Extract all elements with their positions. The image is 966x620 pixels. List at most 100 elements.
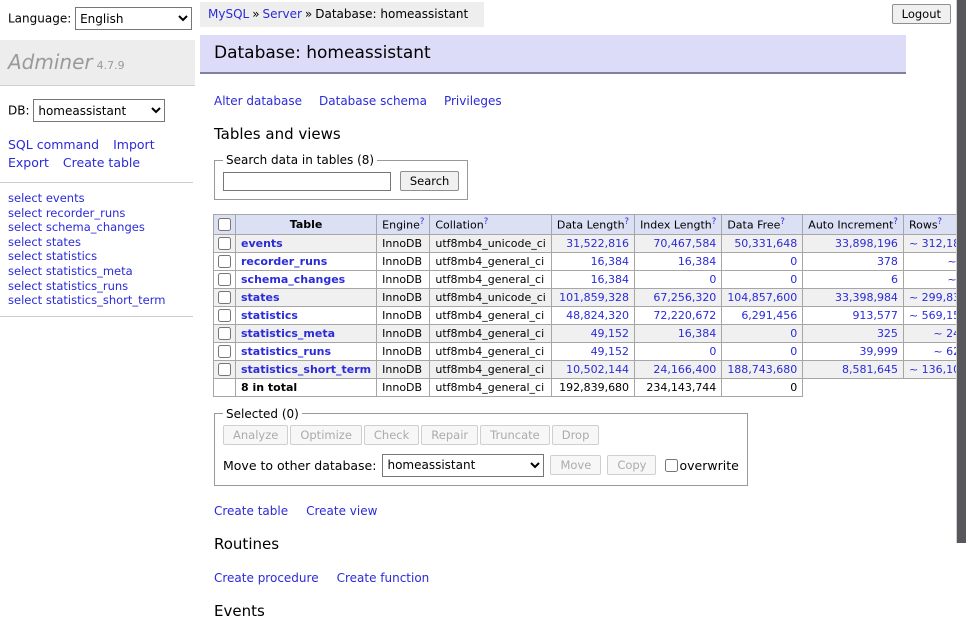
data-length-link[interactable]: 48,824,320 <box>566 309 629 322</box>
overwrite-checkbox[interactable] <box>665 459 678 472</box>
index-length-link[interactable]: 72,220,672 <box>653 309 716 322</box>
data-free-link[interactable]: 0 <box>790 345 797 358</box>
db-select[interactable]: homeassistant <box>33 99 165 122</box>
logout-button[interactable]: Logout <box>892 4 951 24</box>
index-length-link[interactable]: 67,256,320 <box>653 291 716 304</box>
table-name-link[interactable]: states <box>241 291 280 304</box>
copy-button[interactable]: Copy <box>607 455 656 475</box>
move-db-select[interactable]: homeassistant <box>382 454 544 477</box>
select-table-link[interactable]: select statistics <box>8 249 97 263</box>
data-free-link[interactable]: 0 <box>790 255 797 268</box>
data-free-link[interactable]: 188,743,680 <box>727 363 797 376</box>
data-free-link[interactable]: 50,331,648 <box>734 237 797 250</box>
row-checkbox[interactable] <box>218 363 231 376</box>
create-procedure-link[interactable]: Create procedure <box>214 571 319 585</box>
auto-increment-link[interactable]: 378 <box>877 255 898 268</box>
collation-cell: utf8mb4_unicode_ci <box>430 234 551 252</box>
db-selector-row: DB: homeassistant <box>8 99 195 122</box>
data-length-link[interactable]: 101,859,328 <box>559 291 629 304</box>
auto-increment-link[interactable]: 6 <box>891 273 898 286</box>
row-checkbox[interactable] <box>218 273 231 286</box>
row-checkbox[interactable] <box>218 309 231 322</box>
optimize-button[interactable]: Optimize <box>290 425 362 445</box>
engine-cell: InnoDB <box>377 252 430 270</box>
privileges-link[interactable]: Privileges <box>444 94 502 108</box>
help-link[interactable]: ? <box>625 217 630 227</box>
truncate-button[interactable]: Truncate <box>480 425 550 445</box>
index-length-link[interactable]: 70,467,584 <box>653 237 716 250</box>
help-link[interactable]: ? <box>484 217 489 227</box>
select-table-link[interactable]: select schema_changes <box>8 220 145 234</box>
data-free-link[interactable]: 104,857,600 <box>727 291 797 304</box>
engine-cell: InnoDB <box>377 306 430 324</box>
create-table-link[interactable]: Create table <box>214 504 288 518</box>
help-link[interactable]: ? <box>780 217 785 227</box>
auto-increment-link[interactable]: 8,581,645 <box>842 363 898 376</box>
column-header: Data Free? <box>722 215 803 235</box>
table-name-link[interactable]: statistics_short_term <box>241 363 371 376</box>
search-input[interactable] <box>223 172 391 191</box>
row-checkbox[interactable] <box>218 327 231 340</box>
data-free-link[interactable]: 0 <box>790 273 797 286</box>
create-view-link[interactable]: Create view <box>306 504 377 518</box>
index-length-link[interactable]: 16,384 <box>678 255 717 268</box>
alter-database-link[interactable]: Alter database <box>214 94 302 108</box>
auto-increment-link[interactable]: 325 <box>877 327 898 340</box>
select-table-link[interactable]: select statistics_runs <box>8 279 128 293</box>
help-link[interactable]: ? <box>893 217 898 227</box>
breadcrumb-mysql-link[interactable]: MySQL <box>208 7 249 21</box>
breadcrumb-server-link[interactable]: Server <box>263 7 302 21</box>
row-checkbox[interactable] <box>218 255 231 268</box>
app-version: 4.7.9 <box>97 59 125 72</box>
help-link[interactable]: ? <box>712 217 717 227</box>
data-free-link[interactable]: 6,291,456 <box>741 309 797 322</box>
auto-increment-link[interactable]: 39,999 <box>859 345 898 358</box>
help-link[interactable]: ? <box>420 217 425 227</box>
auto-increment-link[interactable]: 913,577 <box>852 309 898 322</box>
data-length-link[interactable]: 49,152 <box>591 345 630 358</box>
data-length-link[interactable]: 16,384 <box>591 273 630 286</box>
select-table-link[interactable]: select recorder_runs <box>8 206 125 220</box>
index-length-link[interactable]: 16,384 <box>678 327 717 340</box>
index-length-link[interactable]: 0 <box>709 345 716 358</box>
select-table-link[interactable]: select states <box>8 235 81 249</box>
create-table-link-sidebar[interactable]: Create table <box>63 155 140 170</box>
analyze-button[interactable]: Analyze <box>223 425 288 445</box>
data-length-link[interactable]: 49,152 <box>591 327 630 340</box>
search-button[interactable]: Search <box>400 171 460 191</box>
sql-command-link[interactable]: SQL command <box>8 137 99 152</box>
select-table-link[interactable]: select events <box>8 191 85 205</box>
language-select[interactable]: English <box>75 7 192 30</box>
table-name-link[interactable]: events <box>241 237 283 250</box>
index-length-link[interactable]: 0 <box>709 273 716 286</box>
row-checkbox[interactable] <box>218 237 231 250</box>
help-link[interactable]: ? <box>938 217 943 227</box>
data-length-link[interactable]: 31,522,816 <box>566 237 629 250</box>
row-checkbox[interactable] <box>218 345 231 358</box>
data-free-link[interactable]: 0 <box>790 327 797 340</box>
select-table-link[interactable]: select statistics_short_term <box>8 293 165 307</box>
drop-button[interactable]: Drop <box>552 425 600 445</box>
import-link[interactable]: Import <box>113 137 155 152</box>
data-length-link[interactable]: 10,502,144 <box>566 363 629 376</box>
row-checkbox[interactable] <box>218 291 231 304</box>
data-length-link[interactable]: 16,384 <box>591 255 630 268</box>
table-name-link[interactable]: statistics <box>241 309 298 322</box>
check-button[interactable]: Check <box>364 425 419 445</box>
totals-empty-cell <box>214 378 236 396</box>
move-button[interactable]: Move <box>550 455 601 475</box>
table-name-link[interactable]: statistics_runs <box>241 345 331 358</box>
table-name-link[interactable]: schema_changes <box>241 273 345 286</box>
create-function-link[interactable]: Create function <box>337 571 430 585</box>
check-all-checkbox[interactable] <box>218 218 231 231</box>
table-name-link[interactable]: recorder_runs <box>241 255 327 268</box>
database-schema-link[interactable]: Database schema <box>319 94 427 108</box>
repair-button[interactable]: Repair <box>421 425 478 445</box>
vertical-scrollbar[interactable] <box>956 0 966 543</box>
auto-increment-link[interactable]: 33,898,196 <box>835 237 898 250</box>
table-name-link[interactable]: statistics_meta <box>241 327 335 340</box>
index-length-link[interactable]: 24,166,400 <box>653 363 716 376</box>
export-link[interactable]: Export <box>8 155 49 170</box>
auto-increment-link[interactable]: 33,398,984 <box>835 291 898 304</box>
select-table-link[interactable]: select statistics_meta <box>8 264 133 278</box>
